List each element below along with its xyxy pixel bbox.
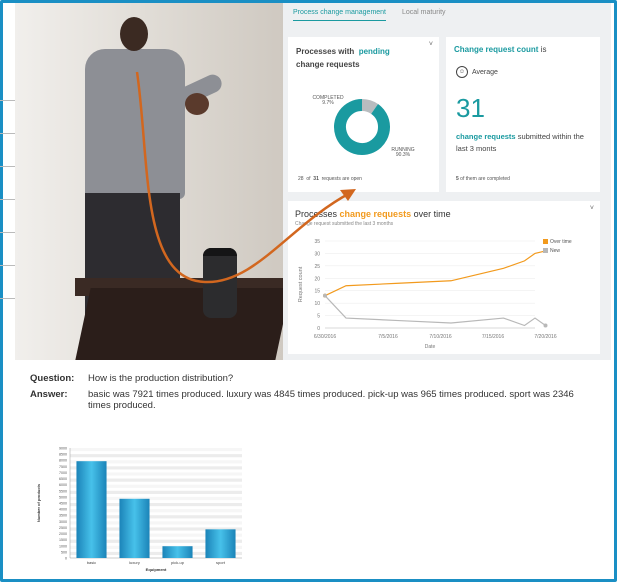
bar-category-label: sport: [216, 560, 226, 565]
requests-over-time-card: Processes change requests over time Chan…: [288, 201, 600, 354]
count-footer: 5 of them are completed: [456, 176, 510, 182]
tab-process-change-management[interactable]: Process change management: [293, 9, 386, 21]
card-menu-icon[interactable]: ˅: [429, 41, 433, 48]
bar-y-tick-label: 500: [61, 550, 67, 554]
bar-luxury: [119, 498, 150, 558]
y-tick-label: 30: [314, 251, 320, 257]
question-text: How is the production distribution?: [88, 373, 234, 384]
x-tick-label: 7/5/2016: [378, 334, 398, 340]
y-axis-label: Request count: [298, 266, 304, 302]
bar-y-tick-label: 7000: [59, 471, 67, 475]
bar-y-tick-label: 9000: [59, 447, 67, 451]
tab-local-maturity[interactable]: Local maturity: [402, 9, 446, 20]
y-tick-label: 20: [314, 276, 320, 282]
x-tick-label: 7/20/2016: [534, 334, 556, 340]
grid-band: [70, 454, 242, 458]
bar-y-tick-label: 1500: [59, 538, 67, 542]
series-line-new: [324, 295, 546, 327]
answer-text: basic was 7921 times produced. luxury wa…: [88, 389, 574, 411]
bar-sport: [205, 529, 236, 558]
presenter-figure: [85, 49, 185, 199]
line-legend: Over time New: [543, 239, 572, 257]
series-point: [323, 293, 327, 298]
status-row: ☺ Average: [456, 66, 498, 78]
dashboard-tabs: Process change management Local maturity: [293, 9, 460, 21]
bar-basic: [76, 461, 107, 558]
smart-speaker: [203, 248, 237, 318]
bar-y-tick-label: 5500: [59, 489, 67, 493]
x-tick-label: 7/10/2016: [429, 334, 451, 340]
completed-pct: 9.7%: [322, 100, 334, 106]
legend-new: New: [550, 248, 561, 254]
y-tick-label: 15: [314, 289, 320, 295]
running-pct: 90.3%: [395, 152, 411, 158]
count-card-title: Change request count is: [454, 45, 547, 54]
legend-over-time: Over time: [550, 239, 572, 245]
series-line-over-time: [324, 250, 546, 297]
y-tick-label: 5: [317, 314, 320, 320]
count-description: change requests submitted within the las…: [456, 132, 584, 153]
bar-y-tick-label: 4500: [59, 502, 67, 506]
pending-requests-card: Processes with pending change requests ˅…: [288, 37, 439, 192]
y-tick-label: 0: [317, 326, 320, 332]
left-margin-lines: [0, 0, 15, 360]
line-chart: 0 5 10 15 20 25 30 35 6/30/2016 7/5/2016 7/10/2016…: [298, 239, 557, 350]
pending-card-title: Processes with pending change requests: [296, 47, 390, 69]
desk: [75, 288, 283, 360]
bar-x-axis-label: Equipment: [146, 567, 167, 572]
bar-y-tick-label: 2000: [59, 532, 67, 536]
request-count-value: 31: [456, 93, 485, 123]
grid-band: [70, 448, 242, 452]
request-count-card: Change request count is ☺ Average 31 chan…: [446, 37, 600, 192]
bar-y-tick-label: 0: [65, 557, 67, 561]
bar-pick-up: [162, 546, 193, 558]
question-label: Question:: [30, 373, 75, 384]
bar-y-tick-label: 7500: [59, 465, 67, 469]
donut-slice-completed: [361, 99, 379, 115]
bar-y-tick-label: 3500: [59, 514, 67, 518]
bar-y-tick-label: 6000: [59, 483, 67, 487]
y-tick-label: 25: [314, 264, 320, 270]
bar-y-tick-label: 4000: [59, 508, 67, 512]
bar-y-tick-label: 8500: [59, 453, 67, 457]
x-tick-label: 7/15/2016: [482, 334, 504, 340]
bar-category-label: luxury: [129, 560, 140, 565]
bar-y-axis-label: Number of products: [36, 483, 41, 522]
bar-y-tick-label: 1000: [59, 544, 67, 548]
bar-category-label: pick-up: [171, 560, 185, 565]
dashboard: Process change management Local maturity…: [283, 3, 611, 360]
bar-y-tick-label: 3000: [59, 520, 67, 524]
series-point: [543, 323, 548, 328]
presenter-head: [120, 17, 148, 51]
pending-footer: 28 of 31 requests are open: [298, 176, 362, 182]
bar-y-tick-label: 5000: [59, 495, 67, 499]
y-tick-label: 10: [314, 301, 320, 307]
smiley-icon: ☺: [456, 66, 468, 78]
x-axis-label: Date: [425, 344, 436, 350]
status-label: Average: [472, 68, 498, 76]
answer-label: Answer:: [30, 389, 68, 400]
production-bar-chart: 0 500 1000 1500 2000 2500 3000 3500 4000 4500 5000…: [36, 447, 242, 572]
presenter-photo: [15, 3, 283, 360]
bar-y-tick-label: 2500: [59, 526, 67, 530]
bar-category-label: basic: [87, 560, 96, 565]
x-tick-label: 6/30/2016: [314, 334, 336, 340]
donut-slice-running: [334, 99, 390, 155]
bar-y-tick-label: 8000: [59, 459, 67, 463]
y-tick-label: 35: [314, 239, 320, 245]
bar-y-tick-label: 6500: [59, 477, 67, 481]
